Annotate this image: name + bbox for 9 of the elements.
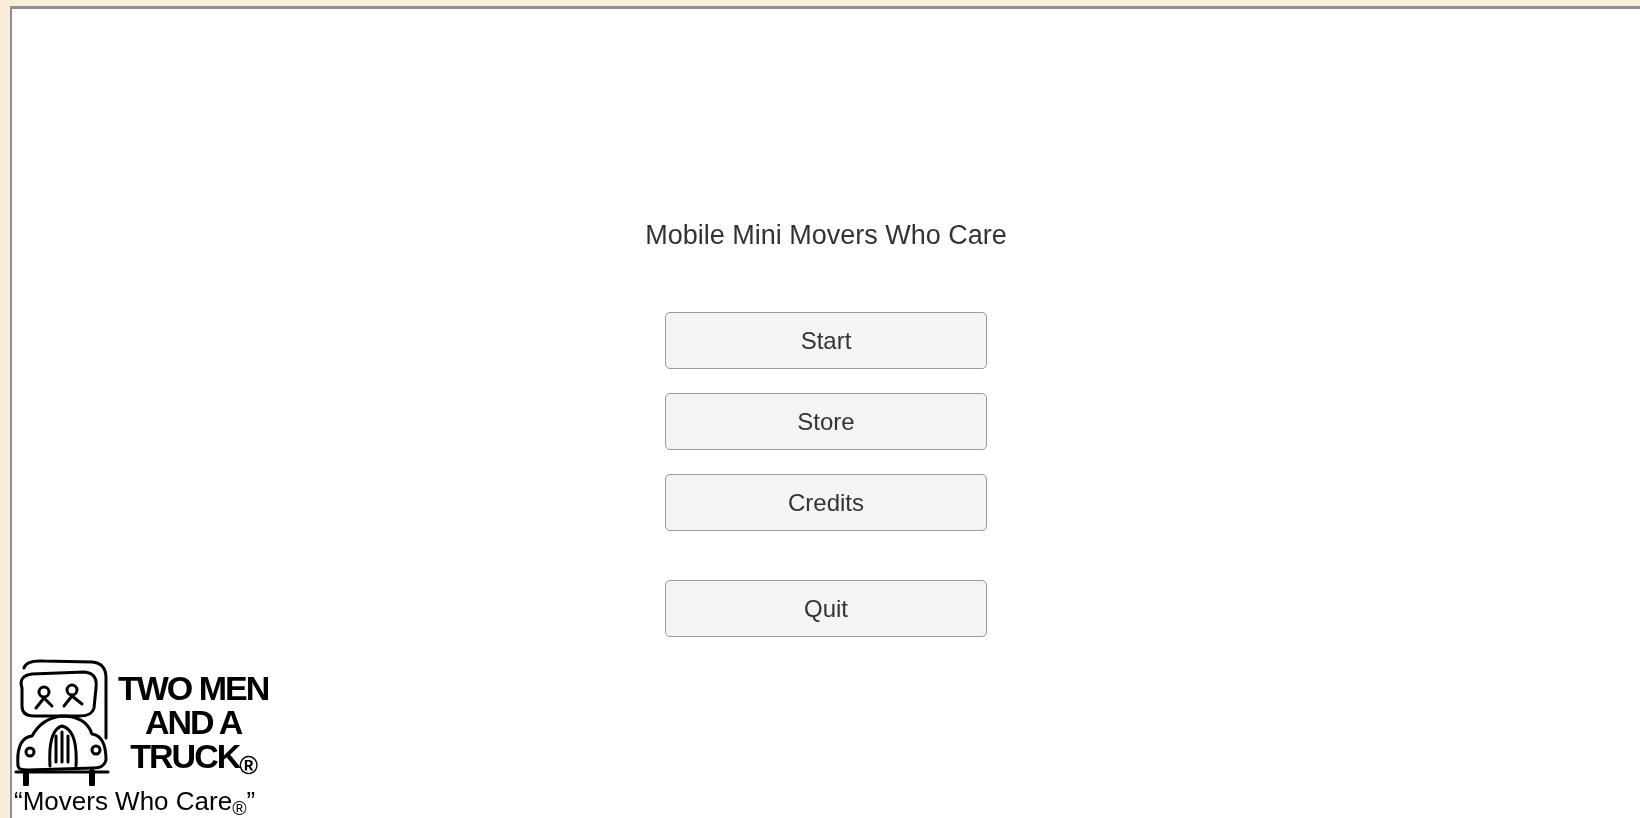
app-title: Mobile Mini Movers Who Care — [645, 220, 1007, 250]
menu-button[interactable]: Quit — [665, 580, 987, 637]
menu-button[interactable]: Start — [665, 312, 987, 369]
logo-tagline: “Movers Who Care$_{®}$” — [14, 786, 257, 816]
menu-button[interactable]: Store — [665, 393, 987, 450]
logo-text: AND A — [144, 705, 242, 739]
logo-text: TWO MEN — [118, 671, 269, 705]
menu-button[interactable]: Credits — [665, 474, 987, 531]
logo-text: TRUCK$_{®}$ — [130, 739, 257, 773]
